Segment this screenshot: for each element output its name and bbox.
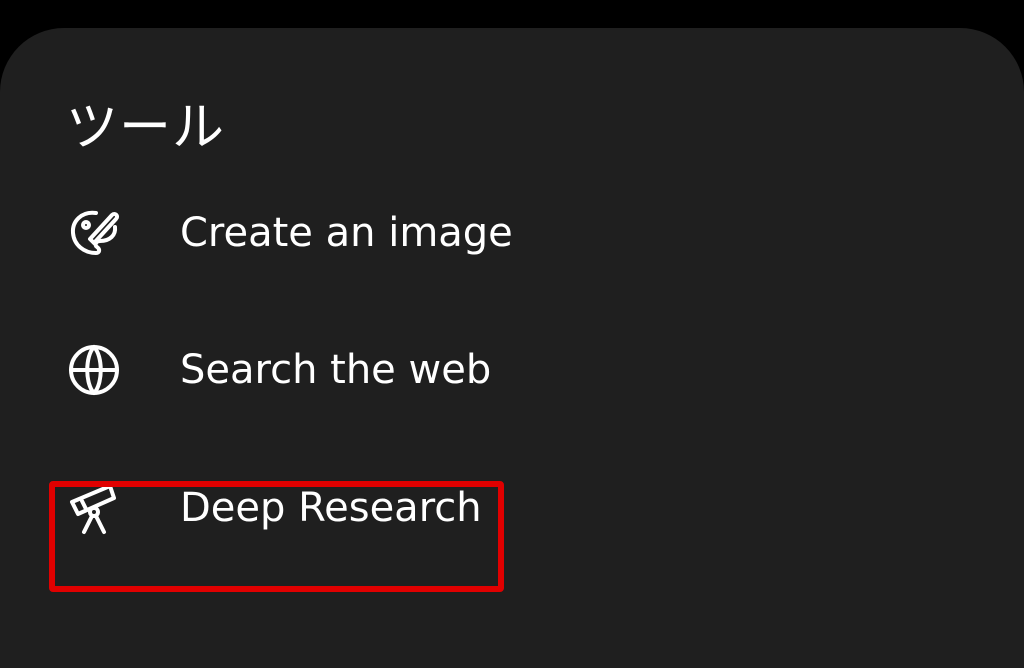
tool-label: Deep Research — [180, 485, 482, 531]
tool-create-image[interactable]: Create an image — [50, 183, 513, 283]
tool-label: Create an image — [180, 210, 513, 256]
tool-search-web[interactable]: Search the web — [50, 320, 492, 420]
tool-label: Search the web — [180, 347, 492, 393]
sheet-title: ツール — [66, 98, 226, 158]
globe-icon — [66, 342, 122, 398]
telescope-icon — [66, 480, 122, 536]
tool-deep-research[interactable]: Deep Research — [50, 458, 490, 558]
palette-icon — [66, 205, 122, 261]
